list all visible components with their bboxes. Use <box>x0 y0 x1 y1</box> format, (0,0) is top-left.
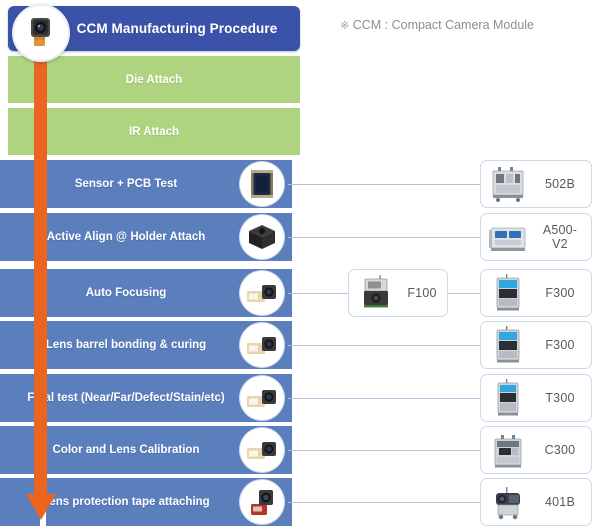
camera-module-thumb <box>240 323 284 367</box>
machine-t300-icon <box>481 375 535 421</box>
sensor-pcb-thumb <box>240 162 284 206</box>
flow-step-label: Sensor + PCB Test <box>74 178 178 190</box>
process-flow-column: CCM Manufacturing Procedure Die Attach I… <box>0 0 300 528</box>
legend-note: ※ CCM : Compact Camera Module <box>340 18 534 32</box>
equipment-box-401b[interactable]: 401B <box>480 478 592 526</box>
flow-step-label: Lens protection tape attaching <box>42 496 210 508</box>
connector-line-f100-f300 <box>448 293 482 294</box>
machine-c300-icon <box>481 427 535 473</box>
equipment-name: 401B <box>545 495 575 509</box>
equipment-name: F100 <box>407 286 437 300</box>
machine-a500v2-icon <box>481 214 535 260</box>
connector-line-tape-401b <box>288 502 482 503</box>
equipment-name: F300 <box>545 338 575 352</box>
equipment-name: C300 <box>544 443 576 457</box>
equipment-box-f300-1[interactable]: F300 <box>480 269 592 317</box>
equipment-box-f100[interactable]: F100 <box>348 269 448 317</box>
connector-line-autofocus-f100 <box>288 293 350 294</box>
equipment-name: T300 <box>545 391 575 405</box>
flow-arrow-head <box>26 494 56 520</box>
flow-step-label: Lens barrel bonding & curing <box>45 339 207 351</box>
connector-line-finaltest-t300 <box>288 398 482 399</box>
connector-line-calibration-c300 <box>288 450 482 451</box>
flow-step-ir-attach[interactable]: IR Attach <box>8 108 300 155</box>
equipment-name: F300 <box>545 286 575 300</box>
equipment-name: 502B <box>545 177 575 191</box>
flow-step-label: IR Attach <box>128 125 180 138</box>
flow-step-label: Final test (Near/Far/Defect/Stain/etc) <box>27 392 225 404</box>
equipment-box-f300-2[interactable]: F300 <box>480 321 592 369</box>
equipment-box-t300[interactable]: T300 <box>480 374 592 422</box>
legend-note-text: CCM : Compact Camera Module <box>352 18 535 32</box>
equipment-box-a500-v2[interactable]: A500-V2 <box>480 213 592 261</box>
flow-step-label: Active Align @ Holder Attach <box>46 231 206 243</box>
camera-module-icon <box>12 4 70 62</box>
camera-module-thumb <box>240 376 284 420</box>
flow-step-label: Color and Lens Calibration <box>52 444 200 456</box>
equipment-box-c300[interactable]: C300 <box>480 426 592 474</box>
connector-line-align-a500 <box>288 237 482 238</box>
holder-module-thumb <box>240 215 284 259</box>
equipment-box-502b[interactable]: 502B <box>480 160 592 208</box>
camera-module-thumb <box>240 428 284 472</box>
machine-401b-icon <box>481 479 535 525</box>
flow-step-label: Die Attach <box>125 73 183 86</box>
flow-arrow-shaft <box>34 34 47 504</box>
tape-module-thumb <box>240 480 284 524</box>
reference-mark-icon: ※ <box>340 20 350 32</box>
flow-step-label: Auto Focusing <box>85 287 167 299</box>
flow-step-die-attach[interactable]: Die Attach <box>8 56 300 103</box>
camera-module-thumb <box>240 271 284 315</box>
connector-line-barrel-f300 <box>288 345 482 346</box>
machine-f100-icon <box>349 270 403 316</box>
equipment-name: A500-V2 <box>542 223 578 251</box>
ccm-process-diagram: ※ CCM : Compact Camera Module CCM Manufa… <box>0 0 601 528</box>
machine-f300-icon <box>481 322 535 368</box>
connector-line-sensor-502b <box>288 184 482 185</box>
machine-f300-icon <box>481 270 535 316</box>
machine-502b-icon <box>481 161 535 207</box>
